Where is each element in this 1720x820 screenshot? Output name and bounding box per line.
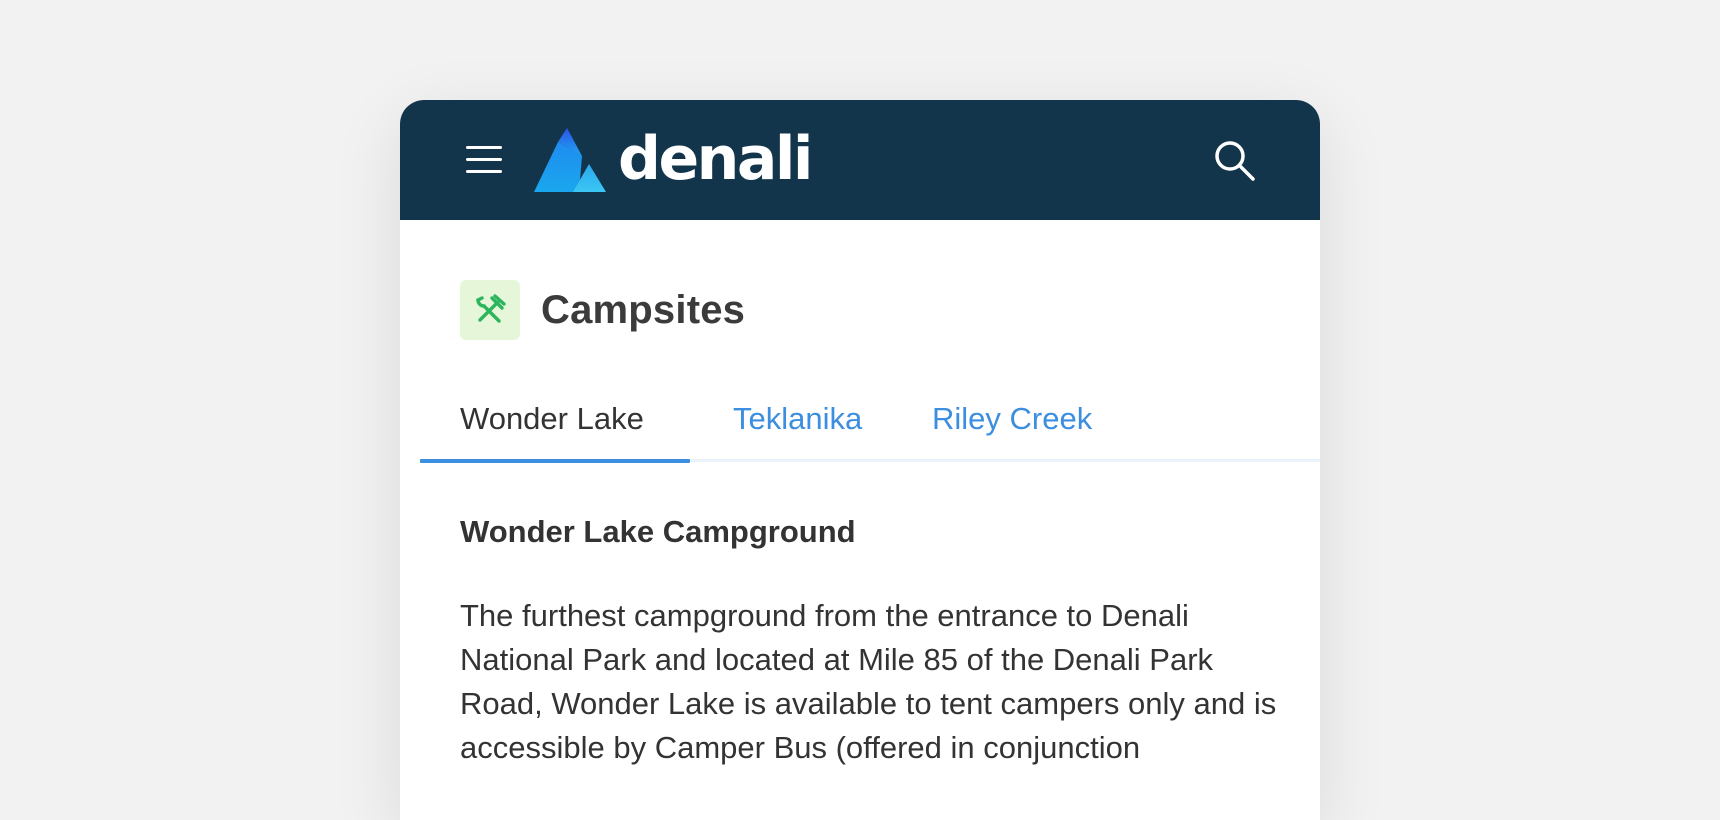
- tab-riley-creek[interactable]: Riley Creek: [932, 396, 1092, 459]
- mountain-logo-icon: [534, 128, 606, 192]
- campground-description: The furthest campground from the entranc…: [460, 598, 1277, 765]
- brand-name: denali: [618, 124, 813, 194]
- campground-title: Wonder Lake Campground: [460, 514, 856, 549]
- tools-icon: [460, 280, 520, 340]
- app-card: denali Campsites Wonder Lake Teklanika R…: [400, 100, 1320, 820]
- search-icon[interactable]: [1212, 138, 1258, 184]
- denali-logo[interactable]: denali: [534, 124, 813, 194]
- page-title: Campsites: [541, 287, 746, 332]
- top-navigation-bar: denali: [400, 100, 1320, 220]
- active-tab-indicator: [420, 459, 690, 463]
- hamburger-menu-icon[interactable]: [466, 146, 502, 176]
- tab-wonder-lake[interactable]: Wonder Lake: [460, 396, 644, 459]
- section-header: Campsites: [460, 280, 745, 340]
- campground-tabs: Wonder Lake Teklanika Riley Creek: [420, 396, 1320, 463]
- tab-teklanika[interactable]: Teklanika: [733, 396, 862, 459]
